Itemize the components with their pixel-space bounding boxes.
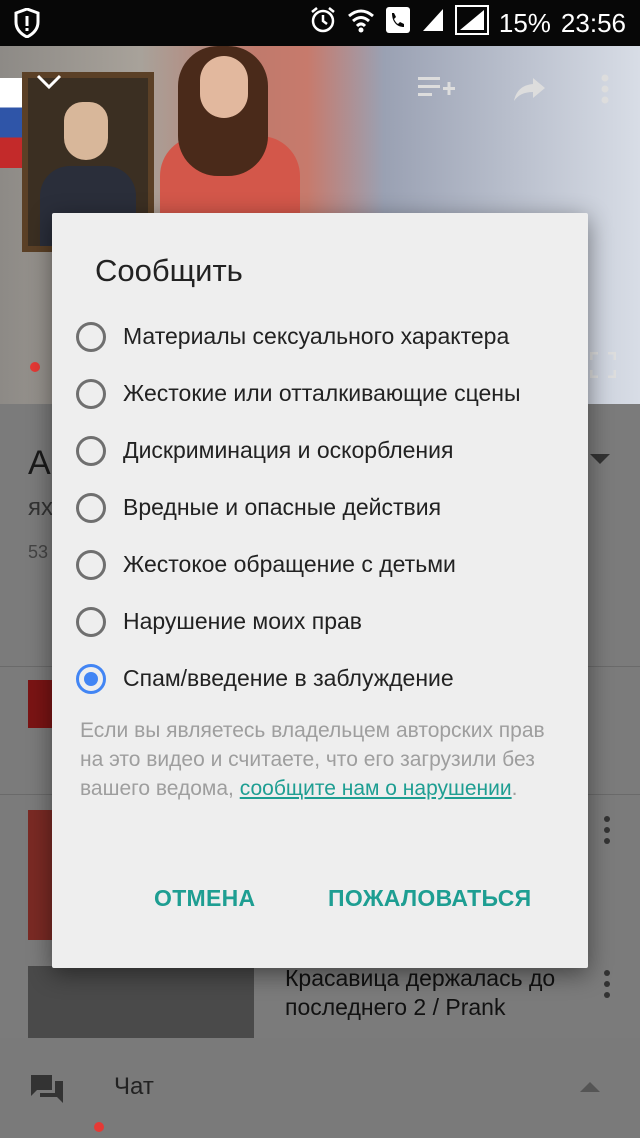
share-icon[interactable] <box>513 76 547 107</box>
report-button[interactable]: ПОЖАЛОВАТЬСЯ <box>328 885 532 912</box>
signal-icon <box>421 7 445 40</box>
status-bar: 15% 23:56 <box>0 0 640 46</box>
option-label: Жестокие или отталкивающие сцены <box>123 380 521 406</box>
fullscreen-icon[interactable] <box>589 351 617 383</box>
radio-button[interactable] <box>76 549 106 580</box>
radio-button[interactable] <box>76 606 106 637</box>
video-subtitle: ях <box>28 494 53 521</box>
copyright-notice: Если вы являетесь владельцем авторских п… <box>80 716 570 803</box>
report-infringement-link[interactable]: сообщите нам о нарушении <box>240 777 512 800</box>
option-label: Спам/введение в заблуждение <box>123 665 454 691</box>
option-label: Материалы сексуального характера <box>123 323 510 349</box>
radio-button[interactable] <box>76 321 106 352</box>
wifi-icon <box>347 6 375 41</box>
shield-alert-icon <box>14 7 40 43</box>
progress-dot[interactable] <box>30 362 40 372</box>
option-hateful-content[interactable]: Дискриминация и оскорбления <box>76 422 521 479</box>
chevron-up-icon[interactable] <box>580 1082 600 1092</box>
notice-end: . <box>511 777 518 800</box>
option-violent-content[interactable]: Жестокие или отталкивающие сцены <box>76 365 521 422</box>
option-label: Нарушение моих прав <box>123 608 363 634</box>
option-rights-infringement[interactable]: Нарушение моих прав <box>76 593 521 650</box>
alarm-icon <box>309 6 337 41</box>
add-to-playlist-icon[interactable] <box>418 74 456 107</box>
phone-call-icon <box>385 6 411 41</box>
chat-label: Чат <box>114 1073 154 1100</box>
report-options: Материалы сексуального характера Жестоки… <box>76 308 521 707</box>
radio-button-selected[interactable] <box>76 663 106 694</box>
video-title: А <box>28 444 51 482</box>
expand-description-icon[interactable] <box>590 454 610 464</box>
option-label: Вредные и опасные действия <box>123 494 442 520</box>
live-dot-icon <box>93 1120 105 1138</box>
radio-button[interactable] <box>76 435 106 466</box>
option-child-abuse[interactable]: Жестокое обращение с детьми <box>76 536 521 593</box>
option-label: Жестокое обращение с детьми <box>123 551 456 577</box>
status-time: 23:56 <box>560 7 626 38</box>
signal-icon-2 <box>454 4 489 42</box>
option-harmful-acts[interactable]: Вредные и опасные действия <box>76 479 521 536</box>
chat-bar[interactable]: Чат <box>0 1038 640 1138</box>
chevron-down-icon[interactable] <box>36 74 62 95</box>
option-sexual-content[interactable]: Материалы сексуального характера <box>76 308 521 365</box>
dialog-title: Сообщить <box>95 253 243 288</box>
more-vert-icon[interactable] <box>604 816 612 849</box>
battery-percent: 15% <box>498 7 551 38</box>
chat-icon <box>30 1074 64 1109</box>
cancel-button[interactable]: ОТМЕНА <box>154 885 255 912</box>
report-dialog: Сообщить Материалы сексуального характер… <box>52 213 588 968</box>
more-vert-icon[interactable] <box>601 74 609 109</box>
radio-button[interactable] <box>76 378 106 409</box>
radio-button[interactable] <box>76 492 106 523</box>
more-vert-icon[interactable] <box>604 970 612 1003</box>
view-count: 53 <box>28 542 49 562</box>
option-spam[interactable]: Спам/введение в заблуждение <box>76 650 521 707</box>
option-label: Дискриминация и оскорбления <box>123 437 454 463</box>
recommended-title[interactable]: Красавица держалась до последнего 2 / Pr… <box>285 964 605 1022</box>
